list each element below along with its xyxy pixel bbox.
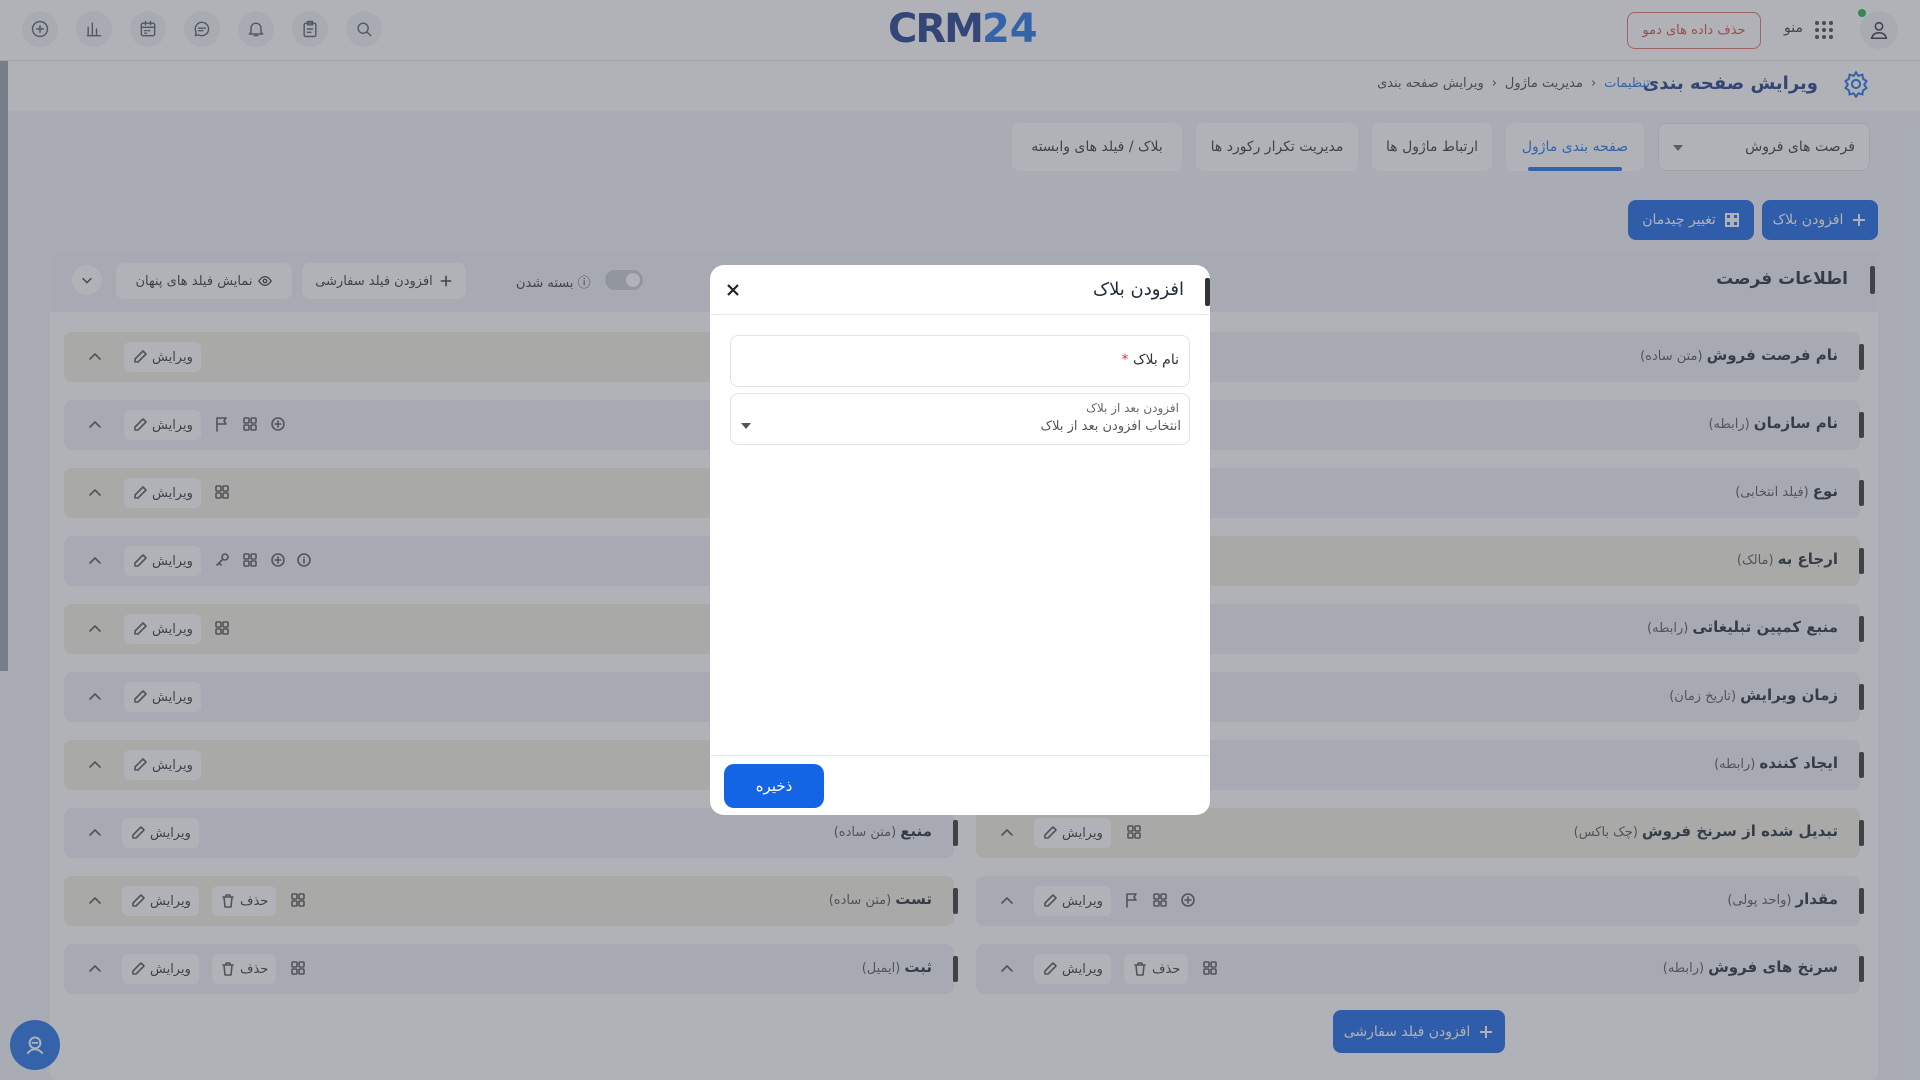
modal-title-marker [1205, 278, 1210, 306]
modal-divider [710, 314, 1210, 315]
chevron-down-icon [741, 423, 751, 429]
block-name-field[interactable]: نام بلاک * [730, 335, 1190, 387]
add-block-modal: افزودن بلاک نام بلاک * افزودن بعد از بلا… [710, 265, 1210, 815]
after-block-label: افزودن بعد از بلاک [1086, 401, 1179, 415]
save-button[interactable]: ذخیره [724, 764, 824, 808]
close-icon[interactable] [720, 277, 746, 303]
modal-footer-divider [710, 755, 1210, 756]
modal-title: افزودن بلاک [1092, 279, 1184, 300]
after-block-select[interactable]: افزودن بعد از بلاک انتخاب افزودن بعد از … [730, 393, 1190, 445]
close-x-icon [727, 284, 739, 296]
block-name-label: نام بلاک * [1121, 352, 1179, 368]
after-block-placeholder: انتخاب افزودن بعد از بلاک [1040, 419, 1182, 434]
